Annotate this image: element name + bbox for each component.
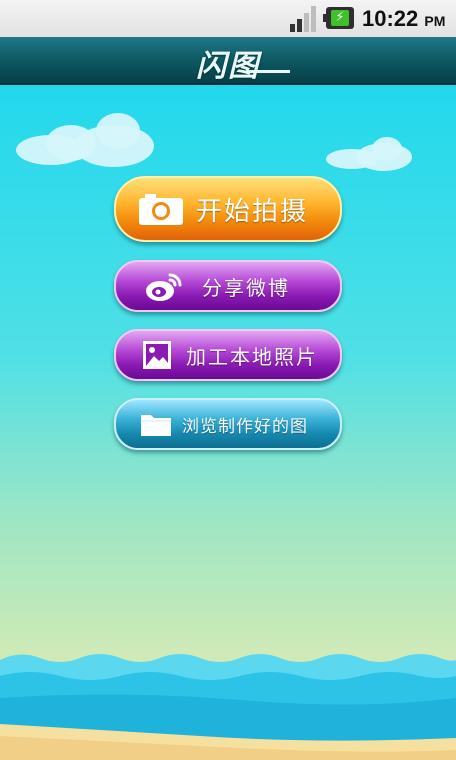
edit-local-photo-button[interactable]: 加工本地照片: [114, 329, 342, 381]
sea-and-beach-decoration: [0, 654, 456, 760]
main-screen: 开始拍摄 分享微博 加工本地照片 浏览制作好的图: [0, 85, 456, 760]
camera-icon: [138, 192, 184, 226]
title-bar: 闪图: [0, 37, 456, 85]
browse-images-button[interactable]: 浏览制作好的图: [114, 398, 342, 450]
clock-time: 10:22: [362, 6, 419, 31]
title-underline-decoration: [246, 70, 290, 73]
edit-local-photo-label: 加工本地照片: [186, 344, 318, 369]
start-shooting-button[interactable]: 开始拍摄: [114, 176, 342, 242]
weibo-icon: [144, 269, 184, 303]
browse-images-label: 浏览制作好的图: [182, 416, 308, 437]
picture-icon: [142, 340, 172, 370]
signal-icon: [290, 5, 320, 32]
share-weibo-label: 分享微博: [202, 275, 290, 300]
start-shooting-label: 开始拍摄: [196, 196, 309, 227]
status-clock: 10:22 PM: [362, 6, 445, 32]
folder-icon: [140, 411, 172, 437]
app-title: 闪图: [196, 49, 260, 84]
status-bar: ⚡ 10:22 PM: [0, 0, 456, 37]
share-weibo-button[interactable]: 分享微博: [114, 260, 342, 312]
clock-ampm: PM: [424, 13, 446, 29]
battery-charging-icon: ⚡: [323, 7, 354, 29]
